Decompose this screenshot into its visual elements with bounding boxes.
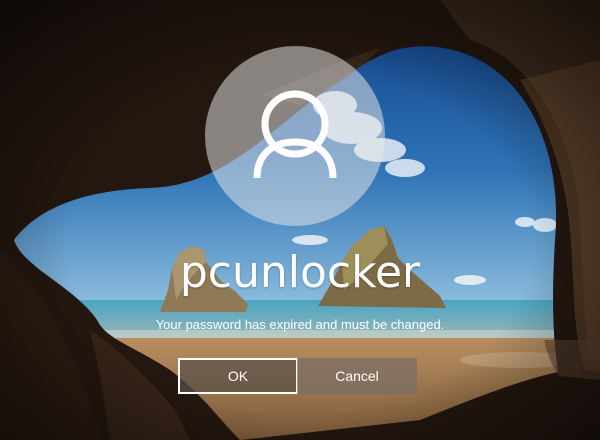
ok-button-label: OK [227, 368, 249, 384]
user-name: pcunlocker [179, 247, 421, 298]
password-expired-message: Your password has expired and must be ch… [155, 317, 445, 332]
cancel-button-label: Cancel [335, 368, 379, 384]
user-silhouette-icon [253, 90, 337, 179]
user-avatar [205, 46, 385, 226]
cancel-button[interactable]: Cancel [297, 358, 417, 394]
ok-button[interactable]: OK [178, 358, 298, 394]
